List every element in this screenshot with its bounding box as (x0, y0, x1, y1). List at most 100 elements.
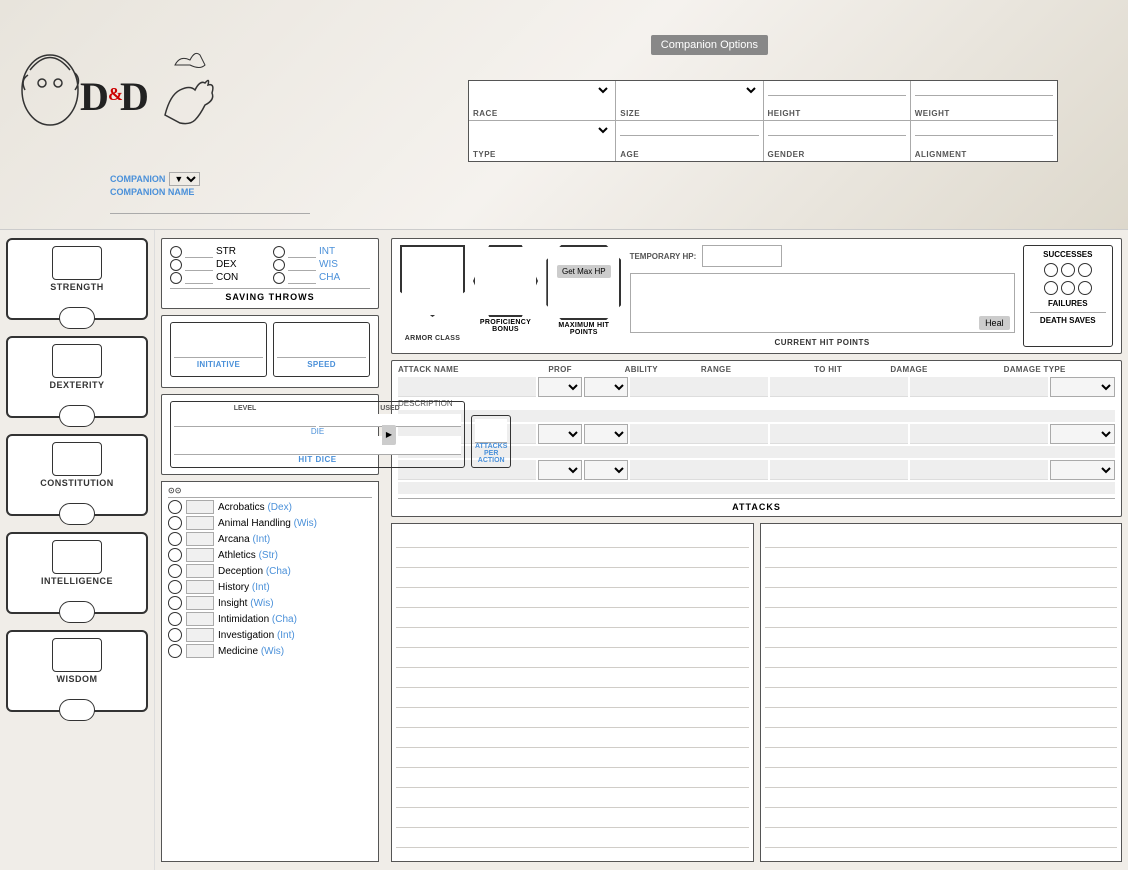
dexterity-input[interactable] (53, 348, 101, 374)
insight-value[interactable] (186, 596, 214, 610)
deception-proficiency[interactable] (168, 564, 182, 578)
prof-header: PROF (548, 365, 622, 374)
con-proficiency-circle[interactable] (170, 272, 182, 284)
arcana-value[interactable] (186, 532, 214, 546)
insight-proficiency[interactable] (168, 596, 182, 610)
failure-2[interactable] (1061, 281, 1075, 295)
dex-save-input[interactable] (185, 258, 213, 271)
attack-1-name[interactable] (398, 377, 536, 397)
failures-label: FAILURES (1030, 299, 1106, 308)
notes-textarea-1[interactable] (396, 528, 749, 857)
attack-1-damage[interactable] (910, 377, 1048, 397)
attack-2-damage[interactable] (910, 424, 1048, 444)
wisdom-input[interactable] (53, 642, 101, 668)
wis-save-input[interactable] (288, 258, 316, 271)
attack-2-prof[interactable] (538, 424, 582, 444)
companion-label: COMPANION (110, 174, 165, 184)
companion-options-button[interactable]: Companion Options (651, 35, 768, 55)
gender-input[interactable] (768, 123, 906, 136)
attack-2-dmg-type[interactable] (1050, 424, 1115, 444)
speed-input[interactable] (277, 326, 366, 358)
dexterity-value[interactable] (52, 344, 102, 378)
constitution-input[interactable] (53, 446, 101, 472)
center-expand-arrow-1[interactable]: ▶ (382, 425, 396, 445)
athletics-value[interactable] (186, 548, 214, 562)
success-1[interactable] (1044, 263, 1058, 277)
weight-input[interactable] (915, 83, 1053, 96)
attack-3-range[interactable] (630, 460, 768, 480)
success-3[interactable] (1078, 263, 1092, 277)
animal-handling-value[interactable] (186, 516, 214, 530)
attack-3-dmg-type[interactable] (1050, 460, 1115, 480)
heal-button[interactable]: Heal (979, 316, 1010, 330)
cha-proficiency-circle[interactable] (273, 272, 285, 284)
medicine-value[interactable] (186, 644, 214, 658)
hd-level-input[interactable] (174, 414, 316, 427)
get-max-hp-button[interactable]: Get Max HP (557, 265, 611, 278)
intimidation-value[interactable] (186, 612, 214, 626)
armor-class-input[interactable] (408, 270, 458, 296)
history-proficiency[interactable] (168, 580, 182, 594)
attack-1-prof[interactable] (538, 377, 582, 397)
companion-select[interactable]: ▼ (169, 172, 200, 186)
attack-2-ability[interactable] (584, 424, 628, 444)
size-select[interactable] (620, 83, 758, 97)
athletics-proficiency[interactable] (168, 548, 182, 562)
strength-input[interactable] (53, 250, 101, 276)
constitution-value[interactable] (52, 442, 102, 476)
str-save-input[interactable] (185, 245, 213, 258)
attack-3-ability[interactable] (584, 460, 628, 480)
str-proficiency-circle[interactable] (170, 246, 182, 258)
failure-1[interactable] (1044, 281, 1058, 295)
attacks-title: ATTACKS (398, 498, 1115, 512)
notes-textarea-2[interactable] (765, 528, 1118, 857)
int-save-input[interactable] (288, 245, 316, 258)
con-save-input[interactable] (185, 271, 213, 284)
wis-proficiency-circle[interactable] (273, 259, 285, 271)
attack-3-prof[interactable] (538, 460, 582, 480)
type-select[interactable] (473, 123, 611, 137)
alignment-input[interactable] (915, 123, 1053, 136)
history-value[interactable] (186, 580, 214, 594)
intelligence-input[interactable] (53, 544, 101, 570)
attack-1-range[interactable] (630, 377, 768, 397)
animal-handling-proficiency[interactable] (168, 516, 182, 530)
current-hp-input[interactable] (631, 274, 1014, 314)
medicine-proficiency[interactable] (168, 644, 182, 658)
skill-insight: Insight (Wis) (168, 596, 372, 610)
attack-3-damage[interactable] (910, 460, 1048, 480)
acrobatics-value[interactable] (186, 500, 214, 514)
failure-3[interactable] (1078, 281, 1092, 295)
int-proficiency-circle[interactable] (273, 246, 285, 258)
attack-2-range[interactable] (630, 424, 768, 444)
attack-1-dmg-type[interactable] (1050, 377, 1115, 397)
investigation-proficiency[interactable] (168, 628, 182, 642)
proficiency-bonus-input[interactable] (481, 268, 531, 294)
wis-save-label: WIS (319, 259, 370, 270)
race-select[interactable] (473, 83, 611, 97)
investigation-value[interactable] (186, 628, 214, 642)
acrobatics-proficiency[interactable] (168, 500, 182, 514)
intimidation-proficiency[interactable] (168, 612, 182, 626)
temporary-hp-input[interactable] (702, 245, 782, 267)
success-2[interactable] (1061, 263, 1075, 277)
initiative-input[interactable] (174, 326, 263, 358)
intelligence-value[interactable] (52, 540, 102, 574)
height-input[interactable] (768, 83, 906, 96)
max-hp-input[interactable] (554, 280, 614, 301)
age-input[interactable] (620, 123, 758, 136)
attack-1-to-hit[interactable] (770, 377, 908, 397)
attack-3-to-hit[interactable] (770, 460, 908, 480)
intelligence-box: INTELLIGENCE (6, 532, 148, 614)
dex-proficiency-circle[interactable] (170, 259, 182, 271)
wisdom-value[interactable] (52, 638, 102, 672)
cha-save-input[interactable] (288, 271, 316, 284)
strength-value[interactable] (52, 246, 102, 280)
companion-name-input[interactable] (110, 198, 310, 214)
attack-1-ability[interactable] (584, 377, 628, 397)
attack-2-to-hit[interactable] (770, 424, 908, 444)
attacks-per-action-input[interactable] (475, 419, 507, 443)
hd-die-value-input[interactable] (174, 436, 461, 455)
arcana-proficiency[interactable] (168, 532, 182, 546)
deception-value[interactable] (186, 564, 214, 578)
